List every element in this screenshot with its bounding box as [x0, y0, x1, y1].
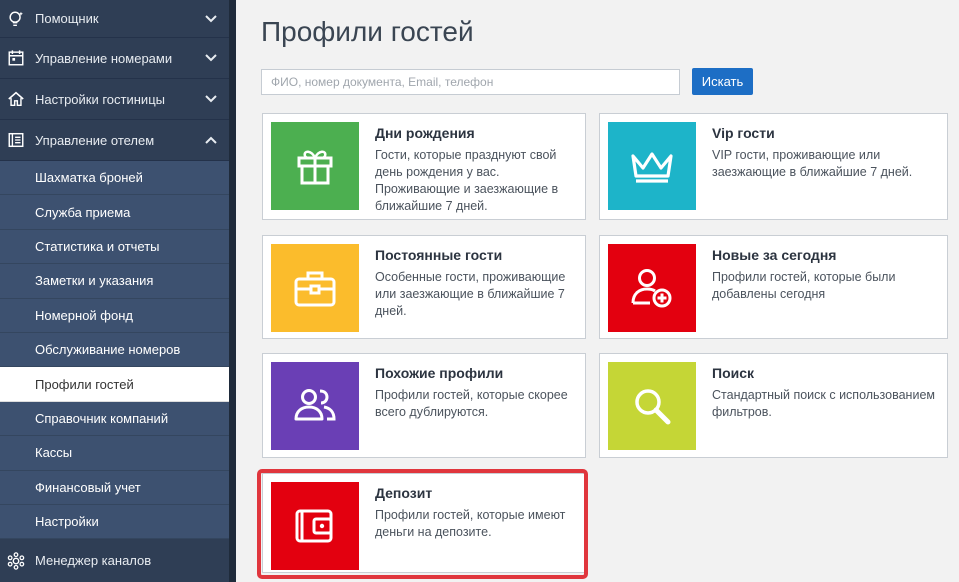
sidebar-item-label: Статистика и отчеты — [35, 238, 160, 254]
sidebar-item-label: Служба приема — [35, 204, 131, 220]
sidebar-subitem-companies[interactable]: Справочник компаний — [0, 402, 229, 437]
card-title: Vip гости — [712, 125, 775, 141]
card-description: VIP гости, проживающие или заезжающие в … — [712, 148, 913, 179]
sidebar-subitem-room-stock[interactable]: Номерной фонд — [0, 299, 229, 333]
sidebar-subitem-housekeeping[interactable]: Обслуживание номеров — [0, 333, 229, 368]
sidebar-subitem-settings[interactable]: Настройки — [0, 505, 229, 540]
briefcase-icon — [271, 244, 359, 332]
calendar-icon — [6, 48, 26, 68]
card-title: Новые за сегодня — [712, 247, 837, 263]
sidebar-subitem-finance[interactable]: Финансовый учет — [0, 471, 229, 505]
chevron-up-icon — [205, 134, 217, 146]
sidebar-item-hotel-settings[interactable]: Настройки гостиницы — [0, 79, 229, 120]
main-content: Профили гостей Искать Дни рождения Гости… — [236, 0, 959, 582]
search-button[interactable]: Искать — [692, 68, 753, 95]
sidebar-scrollbar[interactable] — [229, 0, 236, 582]
card-description: Гости, которые празднуют свой день рожде… — [375, 148, 559, 213]
home-icon — [6, 89, 26, 109]
sidebar-item-label: Настройки — [35, 514, 99, 530]
sidebar-item-label: Управление отелем — [35, 132, 155, 148]
card-description: Особенные гости, проживающие или заезжаю… — [375, 270, 566, 318]
sidebar-item-label: Финансовый учет — [35, 479, 141, 495]
sidebar-item-label: Настройки гостиницы — [35, 91, 165, 107]
sidebar-item-label: Профили гостей — [35, 376, 134, 392]
sidebar-item-label: Менеджер каналов — [35, 553, 152, 569]
sidebar-subitem-statistics[interactable]: Статистика и отчеты — [0, 230, 229, 265]
sidebar-item-label: Номерной фонд — [35, 307, 133, 323]
ledger-icon — [6, 130, 26, 150]
submenu: Шахматка броней Служба приема Статистика… — [0, 161, 229, 540]
highlight-frame — [257, 469, 588, 579]
sidebar-item-label: Кассы — [35, 445, 73, 461]
card-title: Дни рождения — [375, 125, 475, 141]
page-title: Профили гостей — [261, 16, 474, 47]
card-title: Поиск — [712, 365, 755, 381]
card-description: Профили гостей, которые были добавлены с… — [712, 270, 896, 301]
sidebar-item-label: Помощник — [35, 11, 99, 26]
card-birthdays[interactable]: Дни рождения Гости, которые празднуют св… — [262, 113, 586, 220]
sidebar-item-assistant[interactable]: Помощник — [0, 0, 229, 38]
sidebar-item-label: Управление номерами — [35, 50, 173, 66]
card-search[interactable]: Поиск Стандартный поиск с использованием… — [599, 353, 948, 458]
add-user-icon — [608, 244, 696, 332]
gift-icon — [271, 122, 359, 210]
sidebar-item-label: Заметки и указания — [35, 273, 154, 289]
sidebar-item-label: Обслуживание номеров — [35, 342, 181, 358]
chevron-down-icon — [205, 93, 217, 105]
sidebar-item-label: Шахматка броней — [35, 170, 143, 186]
sidebar-item-label: Справочник компаний — [35, 410, 169, 426]
sidebar-item-channel-manager[interactable]: Менеджер каналов — [0, 539, 229, 582]
sidebar-subitem-cash-desks[interactable]: Кассы — [0, 436, 229, 471]
card-regular-guests[interactable]: Постоянные гости Особенные гости, прожив… — [262, 235, 586, 339]
card-similar-profiles[interactable]: Похожие профили Профили гостей, которые … — [262, 353, 586, 458]
card-new-today[interactable]: Новые за сегодня Профили гостей, которые… — [599, 235, 948, 339]
chevron-down-icon — [205, 13, 217, 25]
sidebar-item-hotel-management[interactable]: Управление отелем — [0, 120, 229, 161]
magnifier-icon — [608, 362, 696, 450]
crown-icon — [608, 122, 696, 210]
chevron-down-icon — [205, 52, 217, 64]
sidebar-subitem-notes[interactable]: Заметки и указания — [0, 264, 229, 299]
sidebar: Помощник Управление номерами Настройки г… — [0, 0, 236, 582]
card-description: Профили гостей, которые скорее всего дуб… — [375, 388, 568, 419]
card-title: Постоянные гости — [375, 247, 503, 263]
sidebar-subitem-front-desk[interactable]: Служба приема — [0, 195, 229, 230]
card-title: Похожие профили — [375, 365, 504, 381]
search-input[interactable] — [261, 69, 680, 95]
sidebar-subitem-guest-profiles[interactable]: Профили гостей — [0, 367, 229, 402]
card-vip[interactable]: Vip гости VIP гости, проживающие или зае… — [599, 113, 948, 220]
sidebar-item-room-management[interactable]: Управление номерами — [0, 38, 229, 79]
card-description: Стандартный поиск с использованием фильт… — [712, 388, 935, 419]
gear-network-icon — [6, 551, 26, 571]
bulb-icon — [6, 9, 26, 29]
sidebar-subitem-booking-grid[interactable]: Шахматка броней — [0, 161, 229, 196]
users-icon — [271, 362, 359, 450]
